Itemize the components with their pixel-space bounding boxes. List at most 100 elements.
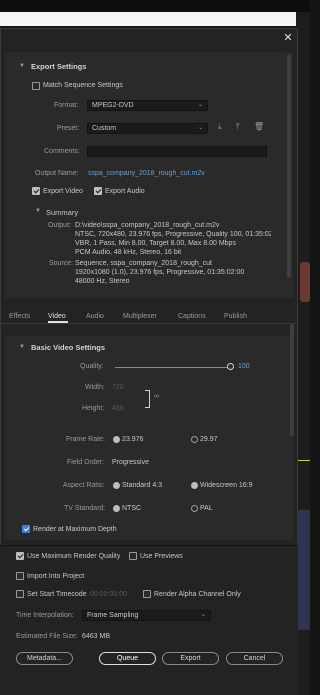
output-label: Output: <box>48 222 71 229</box>
export-video-checkbox[interactable] <box>32 187 40 195</box>
comments-input[interactable] <box>87 146 267 157</box>
estimated-size-value: 6463 MB <box>82 633 111 640</box>
tab-captions[interactable]: Captions <box>178 313 206 320</box>
export-audio-checkbox[interactable] <box>94 187 102 195</box>
frame-rate-opt1: 23.976 <box>122 436 144 443</box>
tv-radio-pal[interactable] <box>191 505 198 512</box>
preset-value: Custom <box>92 125 117 132</box>
import-preset-icon[interactable]: ⤒ <box>236 122 240 132</box>
render-max-depth-label: Render at Maximum Depth <box>33 526 117 533</box>
frame-rate-radio-2997[interactable] <box>191 436 198 443</box>
max-render-quality-checkbox[interactable] <box>16 552 24 560</box>
time-interpolation-label: Time Interpolation: <box>16 612 74 619</box>
output-line: VBR, 1 Pass, Min 8.00, Target 8.00, Max … <box>75 240 236 247</box>
tab-publish[interactable]: Publish <box>224 313 247 320</box>
source-line: 1920x1080 (1.0), 23.976 fps, Progressive… <box>75 269 245 276</box>
save-preset-icon[interactable]: ⤓ <box>218 122 222 132</box>
tab-video[interactable]: Video <box>48 313 66 320</box>
output-line: D:\video\sspa_company_2018_rough_cut.m2v <box>75 222 220 229</box>
format-value: MPEG2-DVD <box>92 102 134 109</box>
render-alpha-checkbox[interactable] <box>143 590 151 598</box>
summary-header: Summary <box>46 208 79 217</box>
chevron-down-icon: ⌄ <box>200 612 206 618</box>
cancel-button[interactable]: Cancel <box>226 652 283 665</box>
quality-slider-track[interactable] <box>115 367 229 368</box>
chevron-down-icon: ⌄ <box>197 125 203 131</box>
render-alpha-label: Render Alpha Channel Only <box>154 591 241 598</box>
source-line: 48000 Hz, Stereo <box>75 278 130 285</box>
import-project-label: Import Into Project <box>27 573 85 580</box>
tv-standard-label: TV Standard: <box>64 505 106 512</box>
aspect-radio-standard[interactable] <box>113 482 120 489</box>
height-label: Height: <box>82 405 105 412</box>
frame-rate-label: Frame Rate: <box>66 436 105 443</box>
tab-divider <box>0 323 298 324</box>
quality-slider-knob[interactable] <box>227 363 234 370</box>
collapse-triangle-icon[interactable]: ▼ <box>19 344 25 350</box>
export-video-label: Export Video <box>43 188 83 195</box>
quality-value[interactable]: 100 <box>238 363 250 370</box>
comments-label: Comments: <box>44 148 80 155</box>
aspect-ratio-label: Aspect Ratio: <box>63 482 105 489</box>
tv-opt2: PAL <box>200 505 213 512</box>
width-value: 720 <box>112 384 124 391</box>
preset-dropdown[interactable]: Custom ⌄ <box>87 123 208 134</box>
match-sequence-label: Match Sequence Settings <box>43 82 123 89</box>
host-window-strip <box>0 12 296 26</box>
quality-label: Quality: <box>80 363 104 370</box>
tab-multiplexer[interactable]: Multiplexer <box>123 313 157 320</box>
frame-rate-radio-23976[interactable] <box>113 436 120 443</box>
start-timecode-label: Set Start Timecode <box>27 591 87 598</box>
video-settings-scrollbar[interactable] <box>290 324 294 436</box>
estimated-size-label: Estimated File Size: <box>16 633 78 640</box>
import-project-checkbox[interactable] <box>16 572 24 580</box>
close-icon[interactable]: ✕ <box>282 32 294 44</box>
tv-opt1: NTSC <box>122 505 142 512</box>
use-previews-checkbox[interactable] <box>129 552 137 560</box>
use-previews-label: Use Previews <box>140 553 183 560</box>
export-audio-label: Export Audio <box>105 188 145 195</box>
output-line: NTSC, 720x480, 23.976 fps, Progressive, … <box>75 231 271 238</box>
aspect-radio-widescreen[interactable] <box>191 482 198 489</box>
delete-preset-icon[interactable]: 🗑 <box>254 122 264 131</box>
tv-radio-ntsc[interactable] <box>113 505 120 512</box>
background-video-thumbnail <box>300 262 310 302</box>
export-settings-scrollbar[interactable] <box>287 54 291 278</box>
background-timeline-clips <box>298 510 310 630</box>
match-sequence-checkbox[interactable] <box>32 82 40 90</box>
start-timecode-checkbox[interactable] <box>16 590 24 598</box>
aspect-opt1: Standard 4:3 <box>122 482 163 489</box>
active-tab-indicator <box>48 321 68 323</box>
time-interpolation-value: Frame Sampling <box>87 612 139 619</box>
field-order-label: Field Order: <box>67 459 104 466</box>
max-render-quality-label: Use Maximum Render Quality <box>27 553 121 560</box>
width-label: Width: <box>85 384 105 391</box>
queue-button[interactable]: Queue <box>99 652 156 665</box>
basic-video-header: Basic Video Settings <box>31 343 106 352</box>
source-label: Source: <box>49 260 74 267</box>
link-bracket <box>145 390 150 408</box>
preset-label: Preset: <box>57 125 80 132</box>
time-interpolation-dropdown[interactable]: Frame Sampling ⌄ <box>82 610 211 621</box>
chevron-down-icon: ⌄ <box>197 102 203 108</box>
height-value: 480 <box>112 405 124 412</box>
field-order-value: Progressive <box>112 459 149 466</box>
format-dropdown[interactable]: MPEG2-DVD ⌄ <box>87 100 208 111</box>
tab-audio[interactable]: Audio <box>86 313 104 320</box>
start-timecode-value: 00:00:00:00 <box>90 591 127 598</box>
output-line: PCM Audio, 48 kHz, Stereo, 16 bit <box>75 249 182 256</box>
metadata-button[interactable]: Metadata... <box>16 652 73 665</box>
aspect-opt2: Widescreen 16:9 <box>200 482 253 489</box>
background-timeline-marker <box>298 460 310 461</box>
format-label: Format: <box>54 102 79 109</box>
output-name-link[interactable]: sspa_company_2018_rough_cut.m2v <box>88 170 205 177</box>
export-button[interactable]: Export <box>162 652 219 665</box>
tab-effects[interactable]: Effects <box>9 313 30 320</box>
render-max-depth-checkbox[interactable] <box>22 525 30 533</box>
collapse-triangle-icon[interactable]: ▼ <box>35 208 41 214</box>
collapse-triangle-icon[interactable]: ▼ <box>19 63 25 69</box>
output-name-label: Output Name: <box>35 170 79 177</box>
title-bar <box>0 0 310 12</box>
export-settings-header: Export Settings <box>31 62 87 71</box>
chain-link-icon[interactable]: ∞ <box>154 393 159 400</box>
